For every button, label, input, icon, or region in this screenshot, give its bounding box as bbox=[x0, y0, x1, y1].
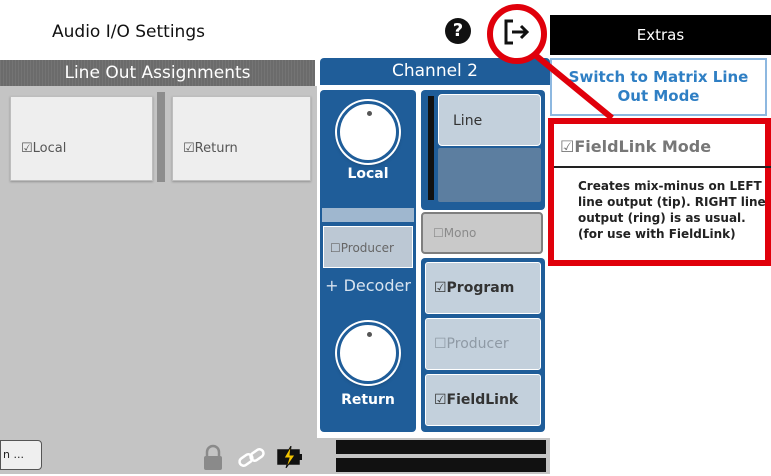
assign-card-label: ☑Return bbox=[183, 141, 238, 156]
status-meter-top bbox=[336, 440, 546, 454]
link-icon[interactable] bbox=[236, 444, 268, 472]
help-icon[interactable]: ? bbox=[445, 18, 471, 44]
line-source-button[interactable]: Line bbox=[438, 94, 541, 146]
fieldlink-description: Creates mix-minus on LEFT line output (t… bbox=[578, 179, 766, 241]
menu-button[interactable]: n ... bbox=[0, 440, 42, 470]
card-separator bbox=[157, 92, 165, 182]
exit-icon[interactable] bbox=[502, 18, 532, 46]
assign-card-local[interactable]: ☑Local bbox=[10, 96, 153, 181]
fieldlink-mode-toggle[interactable]: ☑FieldLink Mode bbox=[560, 137, 711, 156]
producer-toggle[interactable]: ☐Producer bbox=[425, 318, 541, 370]
decoder-label: + Decoder bbox=[325, 276, 411, 295]
extras-header: Extras bbox=[550, 15, 771, 55]
line-out-assignments-header: Line Out Assignments bbox=[0, 60, 315, 86]
status-meter-bottom bbox=[336, 458, 546, 472]
battery-charging-icon bbox=[276, 445, 304, 469]
return-knob[interactable] bbox=[337, 322, 399, 384]
local-knob-label: Local bbox=[347, 166, 389, 182]
source-option-selected[interactable] bbox=[438, 148, 541, 202]
local-knob[interactable] bbox=[337, 101, 399, 163]
assign-card-label: ☑Local bbox=[21, 141, 67, 156]
lock-icon[interactable] bbox=[200, 444, 226, 472]
assign-card-return[interactable]: ☑Return bbox=[172, 96, 311, 181]
page-title: Audio I/O Settings bbox=[52, 22, 205, 42]
return-knob-label: Return bbox=[341, 392, 395, 408]
level-meter bbox=[428, 96, 434, 200]
channel-header: Channel 2 bbox=[320, 58, 550, 85]
program-toggle[interactable]: ☑Program bbox=[425, 262, 541, 314]
fieldlink-divider bbox=[554, 166, 771, 168]
mono-toggle[interactable]: ☐Mono bbox=[421, 212, 543, 254]
switch-line-out-mode-button[interactable]: Switch to Matrix Line Out Mode bbox=[550, 58, 767, 116]
producer-toggle-small[interactable]: ☐Producer bbox=[323, 226, 413, 268]
fieldlink-toggle[interactable]: ☑FieldLink bbox=[425, 374, 541, 426]
level-strip bbox=[322, 208, 414, 222]
